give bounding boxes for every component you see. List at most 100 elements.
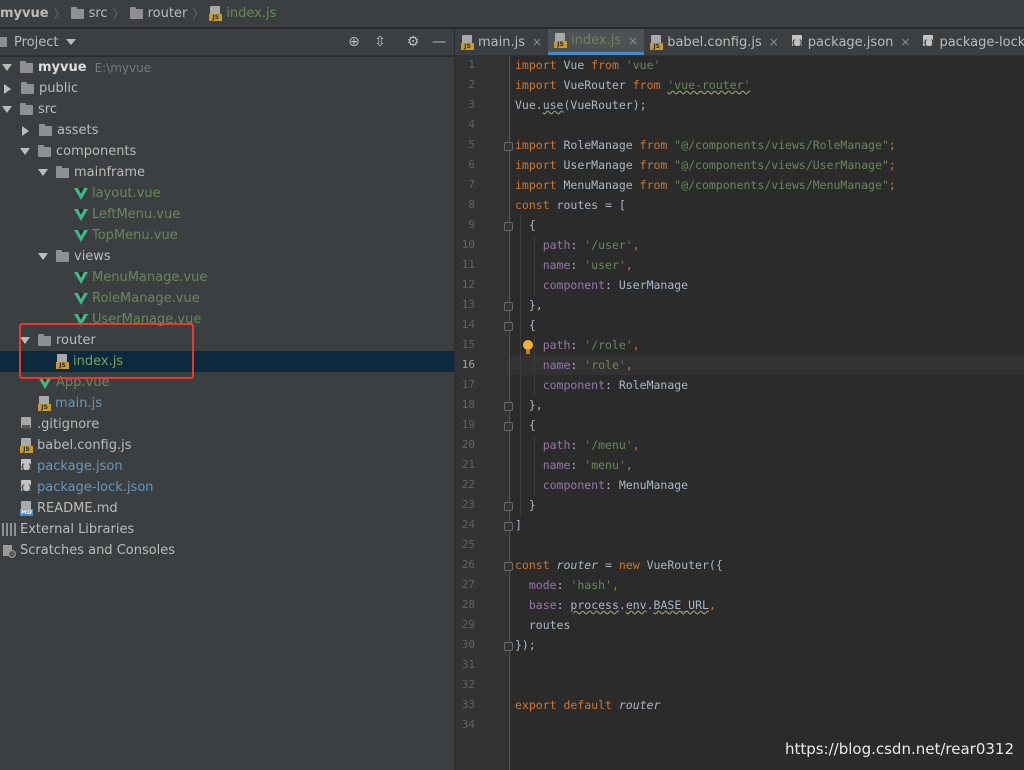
tree-item-label: MenuManage.vue xyxy=(92,270,208,285)
line-number: 16 xyxy=(461,358,475,371)
tree-item-topmenu-vue[interactable]: TopMenu.vue xyxy=(0,225,454,246)
tree-item-menumanage-vue[interactable]: MenuManage.vue xyxy=(0,267,454,288)
code-line-14: { xyxy=(515,318,536,332)
tab-main-js[interactable]: main.js × xyxy=(455,29,548,55)
target-icon[interactable]: ⊕ xyxy=(346,34,362,50)
tree-item-mainframe[interactable]: mainframe xyxy=(0,162,454,183)
punctuation: : xyxy=(570,338,585,352)
expand-arrow-icon[interactable] xyxy=(20,148,30,155)
tab-package-json[interactable]: package.json × xyxy=(785,29,917,55)
breadcrumb-item-index-js[interactable]: index.js xyxy=(209,6,276,21)
tree-item-main-js[interactable]: main.js xyxy=(0,393,454,414)
punctuation: : xyxy=(605,478,619,492)
close-icon[interactable]: × xyxy=(532,35,542,49)
line-number: 23 xyxy=(461,498,475,511)
punctuation: , xyxy=(632,438,640,452)
tree-item-babel-config-js[interactable]: babel.config.js xyxy=(0,435,454,456)
tab-index-js[interactable]: index.js × xyxy=(548,29,645,55)
fold-marker[interactable] xyxy=(504,422,513,431)
project-tree: myvue E:\myvue public src assets compone… xyxy=(0,57,454,770)
vue-file-icon xyxy=(74,292,88,305)
breadcrumb-item-project[interactable]: myvue xyxy=(0,6,49,21)
tree-item-label: src xyxy=(38,102,57,117)
tree-item-gitignore[interactable]: .gitignore xyxy=(0,414,454,435)
code-line-11: name: 'user', xyxy=(515,255,633,275)
close-icon[interactable]: × xyxy=(769,35,779,49)
fold-marker[interactable] xyxy=(504,222,513,231)
fold-marker[interactable] xyxy=(504,402,513,411)
chevron-right-icon: 〉 xyxy=(112,7,125,21)
line-number: 3 xyxy=(468,98,475,111)
line-number: 13 xyxy=(461,298,475,311)
punctuation: : xyxy=(570,238,585,252)
fold-marker[interactable] xyxy=(504,502,513,511)
breadcrumb: myvue 〉 src 〉 router 〉 index.js xyxy=(0,0,1024,28)
tree-item-label: babel.config.js xyxy=(37,438,132,453)
close-icon[interactable]: × xyxy=(900,35,910,49)
tree-item-external-libraries[interactable]: External Libraries xyxy=(0,519,454,540)
js-file-icon xyxy=(38,396,51,411)
tree-item-leftmenu-vue[interactable]: LeftMenu.vue xyxy=(0,204,454,225)
tree-item-label: Scratches and Consoles xyxy=(20,543,176,558)
minimize-icon[interactable]: — xyxy=(431,34,447,50)
line-number: 25 xyxy=(461,538,475,551)
fold-marker[interactable] xyxy=(504,642,513,651)
collapse-arrow-icon[interactable] xyxy=(22,125,29,136)
collapse-icon[interactable]: ⇳ xyxy=(372,34,388,50)
tree-item-label: TopMenu.vue xyxy=(92,228,178,243)
tree-item-scratches-and-consoles[interactable]: Scratches and Consoles xyxy=(0,540,454,561)
code-line-29: routes xyxy=(515,615,571,635)
identifier: VueRouter({ xyxy=(639,558,723,572)
tree-item-public[interactable]: public xyxy=(0,78,454,99)
tree-item-readme-md[interactable]: README.md xyxy=(0,498,454,519)
fold-marker[interactable] xyxy=(504,142,513,151)
expand-arrow-icon[interactable] xyxy=(2,106,12,113)
breadcrumb-item-router[interactable]: router xyxy=(129,6,187,21)
fold-marker[interactable] xyxy=(504,562,513,571)
code-line-28: base: process.env.BASE_URL, xyxy=(515,595,716,615)
expand-arrow-icon[interactable] xyxy=(38,169,48,176)
gear-icon[interactable]: ⚙ xyxy=(405,34,421,50)
breadcrumb-label: src xyxy=(88,6,108,21)
tab-package-lock-json[interactable]: package-lock.json × xyxy=(916,29,1024,55)
line-number: 21 xyxy=(461,458,475,471)
tab-babel-config-js[interactable]: babel.config.js × xyxy=(644,29,785,55)
keyword: export xyxy=(515,698,557,712)
expand-arrow-icon[interactable] xyxy=(38,253,48,260)
code-line-30: }); xyxy=(515,638,536,652)
tree-item-package-json[interactable]: package.json xyxy=(0,456,454,477)
collapse-arrow-icon[interactable] xyxy=(4,83,11,94)
tree-item-assets[interactable]: assets xyxy=(0,120,454,141)
fold-marker[interactable] xyxy=(504,302,513,311)
tree-item-label: main.js xyxy=(55,396,102,411)
annotation-highlight-box xyxy=(19,323,194,379)
punctuation: , xyxy=(632,338,640,352)
line-number: 22 xyxy=(461,478,475,491)
project-view-selector[interactable]: Project xyxy=(14,35,58,50)
code-line-3: Vue.use(VueRouter); xyxy=(515,95,647,115)
tree-item-package-lock-json[interactable]: package-lock.json xyxy=(0,477,454,498)
folder-icon xyxy=(38,144,51,157)
tree-item-label: package.json xyxy=(37,459,123,474)
code-line-2: import VueRouter from 'vue-router' xyxy=(515,75,750,95)
tree-item-rolemanage-vue[interactable]: RoleManage.vue xyxy=(0,288,454,309)
fold-marker[interactable] xyxy=(504,522,513,531)
keyword: import xyxy=(515,138,557,152)
fold-marker[interactable] xyxy=(504,322,513,331)
identifier: routes = [ xyxy=(549,198,626,212)
close-icon[interactable]: × xyxy=(628,34,638,48)
line-number: 1 xyxy=(468,58,475,71)
tree-item-src[interactable]: src xyxy=(0,99,454,120)
chevron-down-icon[interactable] xyxy=(66,39,77,45)
tree-item-views[interactable]: views xyxy=(0,246,454,267)
punctuation: : xyxy=(570,358,585,372)
tree-item-components[interactable]: components xyxy=(0,141,454,162)
tree-item-myvue[interactable]: myvue E:\myvue xyxy=(0,57,454,78)
punctuation: : xyxy=(605,378,619,392)
project-folder-icon xyxy=(0,37,7,47)
breadcrumb-item-src[interactable]: src xyxy=(70,6,108,21)
punctuation: = xyxy=(598,558,619,572)
expand-arrow-icon[interactable] xyxy=(2,64,12,71)
tree-item-layout-vue[interactable]: layout.vue xyxy=(0,183,454,204)
punctuation: , xyxy=(708,598,716,612)
